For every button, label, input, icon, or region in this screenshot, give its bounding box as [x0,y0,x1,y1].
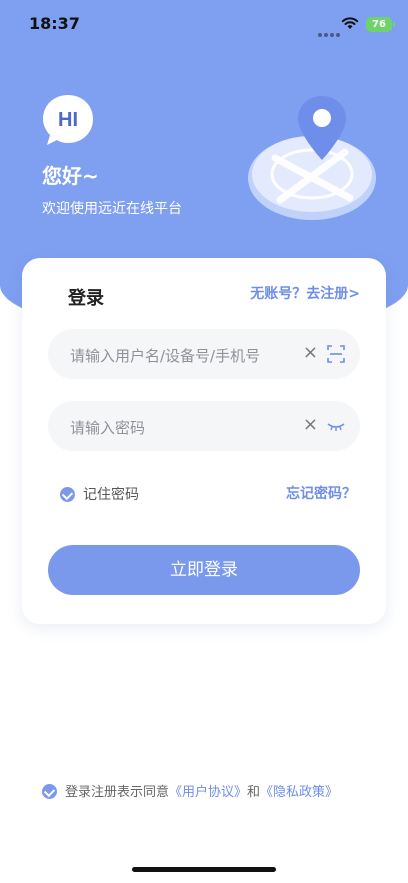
hi-badge-text: HI [58,109,78,131]
scan-icon[interactable] [326,344,346,364]
password-input[interactable]: 请输入密码 [70,417,145,438]
wifi-icon [341,17,359,29]
greeting: 您好~ [42,164,99,188]
eye-closed-icon[interactable] [326,416,346,436]
username-field[interactable]: 请输入用户名/设备号/手机号 × [48,329,360,379]
password-field[interactable]: 请输入密码 × [48,401,360,451]
home-indicator [132,867,276,872]
privacy-policy-link[interactable]: 《隐私政策》 [260,785,338,800]
agreement-row: 登录注册表示同意《用户协议》和《隐私政策》 [42,781,338,800]
check-icon[interactable] [60,486,75,502]
map-pin-illustration [248,96,376,220]
clear-icon[interactable]: × [303,414,318,435]
clear-icon[interactable]: × [303,342,318,363]
status-time: 18:37 [29,14,80,33]
signal-dots-icon [318,22,342,41]
remember-label: 记住密码 [83,487,139,503]
check-icon[interactable] [42,784,57,799]
username-input[interactable]: 请输入用户名/设备号/手机号 [70,345,260,366]
battery-icon: 76 [366,17,395,32]
agreement-and: 和 [247,785,261,800]
login-title: 登录 [68,288,104,309]
register-link[interactable]: 无账号？去注册> [250,283,360,303]
remember-password[interactable]: 记住密码 [60,484,139,504]
hi-badge-icon: HI [43,95,93,145]
agreement-prefix: 登录注册表示同意 [65,785,170,800]
login-button[interactable]: 立即登录 [48,545,360,595]
welcome-text: 欢迎使用远近在线平台 [42,201,182,217]
status-bar: 18:37 76 [0,0,408,50]
login-card: 登录 无账号？去注册> 请输入用户名/设备号/手机号 × 请输入密码 × 记住密… [22,258,386,624]
user-agreement-link[interactable]: 《用户协议》 [169,785,247,800]
forgot-password-link[interactable]: 忘记密码？ [286,483,356,503]
